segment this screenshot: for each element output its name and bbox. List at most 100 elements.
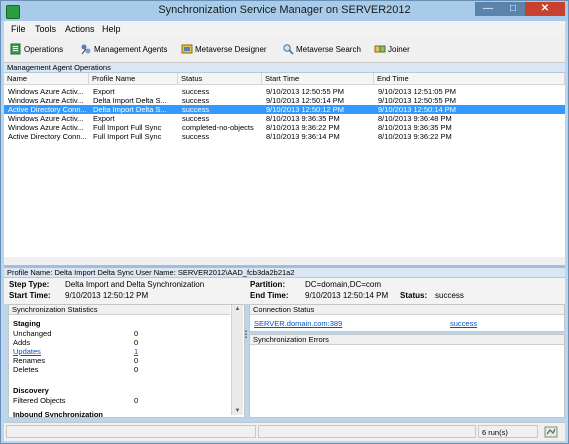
table-row[interactable]: Windows Azure Activ... Export success 8/… <box>4 114 565 123</box>
operations-icon <box>10 43 21 55</box>
cell-end-time: 8/10/2013 9:36:22 PM <box>378 132 452 141</box>
metaverse-designer-label: Metaverse Designer <box>195 45 267 54</box>
run-count: 6 run(s) <box>478 425 538 438</box>
cell-end-time: 9/10/2013 12:51:05 PM <box>378 87 456 96</box>
splitter-grip-icon[interactable]: ▪ ▪ ▪ <box>244 329 248 341</box>
operations-grid: Name Profile Name Status Start Time End … <box>4 73 565 265</box>
unchanged-value: 0 <box>134 329 139 338</box>
table-row[interactable]: Windows Azure Activ... Full Import Full … <box>4 123 565 132</box>
column-header-profile-name[interactable]: Profile Name <box>89 73 178 85</box>
title-bar: Synchronization Service Manager on SERVE… <box>1 1 568 21</box>
renames-value: 0 <box>134 356 139 365</box>
metaverse-designer-icon <box>181 44 193 54</box>
grid-footer <box>4 257 565 265</box>
sync-errors-title: Synchronization Errors <box>250 335 564 345</box>
column-header-start-time[interactable]: Start Time <box>262 73 374 85</box>
cell-status: success <box>182 87 210 96</box>
cell-start-time: 9/10/2013 12:50:14 PM <box>266 96 344 105</box>
management-agents-label: Management Agents <box>94 45 168 54</box>
cell-start-time: 8/10/2013 9:36:22 PM <box>266 123 340 132</box>
discovery-header: Discovery <box>13 386 49 395</box>
app-window: Synchronization Service Manager on SERVE… <box>0 0 569 444</box>
sync-status-icon <box>544 426 558 438</box>
column-header-name[interactable]: Name <box>4 73 89 85</box>
cell-status: success <box>182 105 210 114</box>
menu-file[interactable]: File <box>11 24 26 34</box>
cell-name: Windows Azure Activ... <box>8 87 84 96</box>
minimize-button[interactable]: — <box>475 2 501 16</box>
table-row[interactable]: Windows Azure Activ... Export success 9/… <box>4 87 565 96</box>
adds-value: 0 <box>134 338 139 347</box>
connection-server-link[interactable]: SERVER.domain.com:389 <box>254 319 342 328</box>
sync-errors-panel: Synchronization Errors <box>249 334 565 418</box>
cell-profile: Delta Import Delta S... <box>93 105 167 114</box>
table-row[interactable]: Active Directory Conn... Full Import Ful… <box>4 132 565 141</box>
menu-actions[interactable]: Actions <box>65 24 95 34</box>
status-cell-2 <box>258 425 476 438</box>
table-row-selected[interactable]: Active Directory Conn... Delta Import De… <box>4 105 565 114</box>
sync-statistics-panel: Synchronization Statistics Staging Uncha… <box>8 304 245 418</box>
scroll-up-arrow-icon[interactable]: ▲ <box>232 306 243 312</box>
cell-status: success <box>182 96 210 105</box>
end-time-value: 9/10/2013 12:50:14 PM <box>305 291 389 300</box>
table-row[interactable]: Windows Azure Activ... Delta Import Delt… <box>4 96 565 105</box>
status-bar: 6 run(s) <box>4 422 565 441</box>
cell-profile: Full Import Full Sync <box>93 132 162 141</box>
close-button[interactable]: ✕ <box>525 2 565 16</box>
step-type-value: Delta Import and Delta Synchronization <box>65 280 205 289</box>
management-agents-icon <box>81 44 91 55</box>
filtered-objects-label: Filtered Objects <box>13 396 66 405</box>
cell-profile: Export <box>93 114 115 123</box>
maximize-button[interactable]: □ <box>501 2 525 16</box>
status-cell-1 <box>6 425 256 438</box>
menu-help[interactable]: Help <box>102 24 121 34</box>
updates-link[interactable]: Updates <box>13 347 41 356</box>
cell-end-time: 8/10/2013 9:36:48 PM <box>378 114 452 123</box>
unchanged-label: Unchanged <box>13 329 52 338</box>
cell-name: Windows Azure Activ... <box>8 114 84 123</box>
cell-name: Windows Azure Activ... <box>8 123 84 132</box>
cell-profile: Delta Import Delta S... <box>93 96 167 105</box>
partition-value: DC=domain,DC=com <box>305 280 382 289</box>
joiner-label: Joiner <box>388 45 410 54</box>
cell-status: success <box>182 114 210 123</box>
staging-header: Staging <box>13 319 41 328</box>
run-details: Step Type: Delta Import and Delta Synchr… <box>4 278 565 304</box>
cell-end-time: 9/10/2013 12:50:14 PM <box>378 105 456 114</box>
stats-scrollbar[interactable]: ▲ ▼ <box>231 305 243 415</box>
joiner-icon <box>374 45 386 53</box>
filtered-objects-value: 0 <box>134 396 139 405</box>
column-header-status[interactable]: Status <box>178 73 262 85</box>
deletes-value: 0 <box>134 365 139 374</box>
operations-label: Operations <box>24 45 64 54</box>
connection-status-title: Connection Status <box>250 305 564 315</box>
cell-end-time: 9/10/2013 12:50:55 PM <box>378 96 456 105</box>
cell-name: Windows Azure Activ... <box>8 96 84 105</box>
status-value: success <box>435 291 464 300</box>
updates-value-link[interactable]: 1 <box>134 347 138 356</box>
cell-status: completed-no-objects <box>182 123 254 132</box>
cell-end-time: 8/10/2013 9:36:35 PM <box>378 123 452 132</box>
start-time-value: 9/10/2013 12:50:12 PM <box>65 291 149 300</box>
scroll-down-arrow-icon[interactable]: ▼ <box>232 408 243 414</box>
cell-start-time: 8/10/2013 9:36:14 PM <box>266 132 340 141</box>
connection-result-link[interactable]: success <box>450 319 477 328</box>
cell-profile: Full Import Full Sync <box>93 123 162 132</box>
cell-start-time: 9/10/2013 12:50:55 PM <box>266 87 344 96</box>
step-type-label: Step Type: <box>9 280 50 289</box>
metaverse-search-label: Metaverse Search <box>296 45 361 54</box>
menu-tools[interactable]: Tools <box>35 24 56 34</box>
inbound-sync-header: Inbound Synchronization <box>13 410 103 418</box>
start-time-label: Start Time: <box>9 291 51 300</box>
metaverse-search-icon <box>283 44 294 55</box>
cell-status: success <box>182 132 210 141</box>
partition-label: Partition: <box>250 280 286 289</box>
adds-label: Adds <box>13 338 31 347</box>
renames-label: Renames <box>13 356 46 365</box>
cell-profile: Export <box>93 87 115 96</box>
cell-name: Active Directory Conn... <box>8 132 87 141</box>
column-header-end-time[interactable]: End Time <box>374 73 565 85</box>
operations-section-header: Management Agent Operations <box>4 63 565 73</box>
cell-start-time: 8/10/2013 9:36:35 PM <box>266 114 340 123</box>
sync-statistics-title: Synchronization Statistics <box>9 305 230 315</box>
